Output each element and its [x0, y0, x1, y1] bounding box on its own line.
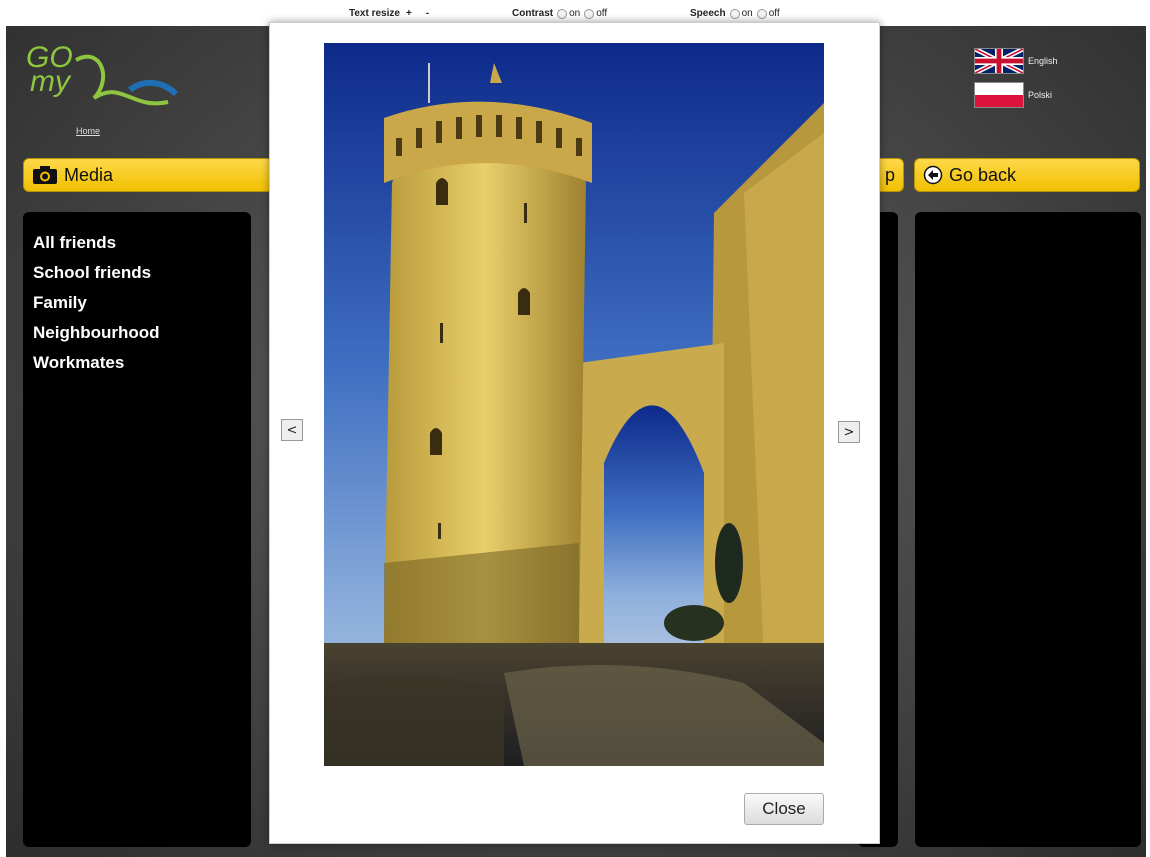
- speech-off-radio[interactable]: off: [756, 8, 780, 19]
- text-decrease-button[interactable]: -: [424, 8, 431, 19]
- friends-item-all[interactable]: All friends: [33, 228, 251, 258]
- language-english[interactable]: English: [974, 48, 1058, 74]
- app-logo[interactable]: GO my: [26, 43, 179, 124]
- camera-icon: [32, 165, 58, 185]
- castle-photo: [324, 43, 824, 766]
- uk-flag-icon: [974, 48, 1024, 74]
- speech-on-radio[interactable]: on: [729, 8, 753, 19]
- poland-flag-icon: [974, 82, 1024, 108]
- text-resize-control: Text resize + -: [349, 8, 431, 19]
- friends-item-neighbourhood[interactable]: Neighbourhood: [33, 318, 251, 348]
- contrast-control: Contrast on off: [512, 8, 607, 19]
- speech-label: Speech: [690, 8, 726, 19]
- close-button[interactable]: Close: [744, 793, 824, 825]
- next-photo-button[interactable]: >: [838, 421, 860, 443]
- speech-off-label: off: [768, 8, 780, 19]
- contrast-on-label: on: [569, 8, 581, 19]
- go-back-button[interactable]: Go back: [914, 158, 1140, 192]
- right-panel: [915, 212, 1141, 847]
- hidden-section-title: p: [884, 164, 895, 185]
- home-link[interactable]: Home: [76, 126, 100, 136]
- logo-text-my: my: [30, 65, 70, 98]
- language-english-label: English: [1028, 56, 1058, 66]
- text-increase-button[interactable]: +: [404, 8, 414, 19]
- logo-swoosh-icon: [75, 54, 179, 106]
- radio-icon: [756, 8, 767, 19]
- friends-item-school[interactable]: School friends: [33, 258, 251, 288]
- photo-image: [324, 43, 824, 766]
- contrast-on-radio[interactable]: on: [557, 8, 580, 19]
- language-polski-label: Polski: [1028, 90, 1053, 100]
- media-section-header[interactable]: Media: [23, 158, 273, 192]
- friends-item-workmates[interactable]: Workmates: [33, 348, 251, 378]
- friends-list: All friends School friends Family Neighb…: [23, 212, 251, 378]
- language-polski[interactable]: Polski: [974, 82, 1052, 108]
- contrast-label: Contrast: [512, 8, 554, 19]
- radio-icon: [729, 8, 740, 19]
- back-arrow-icon: [923, 165, 943, 185]
- photo-lightbox: < > Close: [269, 22, 880, 844]
- contrast-off-label: off: [596, 8, 608, 19]
- friends-panel: All friends School friends Family Neighb…: [23, 212, 251, 847]
- radio-icon: [584, 8, 595, 19]
- speech-on-label: on: [741, 8, 753, 19]
- go-back-label: Go back: [949, 164, 1017, 185]
- radio-icon: [557, 8, 568, 19]
- previous-photo-button[interactable]: <: [281, 419, 303, 441]
- contrast-off-radio[interactable]: off: [584, 8, 607, 19]
- text-resize-label: Text resize: [349, 8, 400, 19]
- friends-item-family[interactable]: Family: [33, 288, 251, 318]
- speech-control: Speech on off: [690, 8, 780, 19]
- media-section-title: Media: [64, 164, 114, 185]
